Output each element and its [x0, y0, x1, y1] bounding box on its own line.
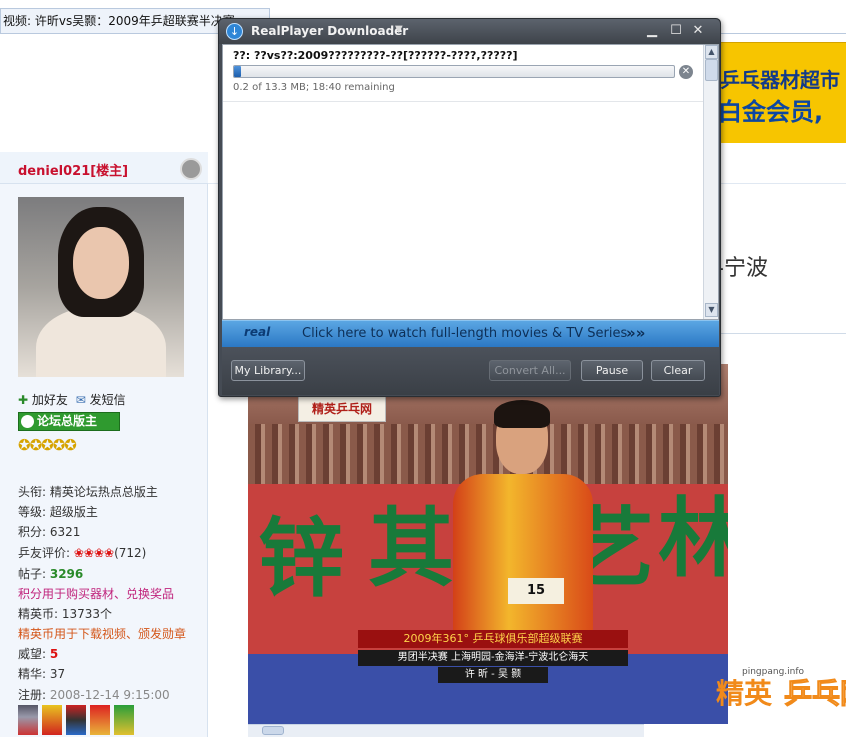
field-label: 头衔:: [18, 485, 50, 499]
add-friend-link[interactable]: 加好友: [32, 393, 68, 407]
download-progress-fill: [234, 66, 241, 77]
field-label: 乒友评价:: [18, 546, 74, 560]
window-title: RealPlayer Downloader: [251, 24, 409, 38]
profile-field-coins: 精英币: 13733个: [18, 605, 112, 622]
field-label: 帖子:: [18, 567, 50, 581]
watermark-logo-2: 乒乓网: [783, 677, 846, 711]
badge-check-icon: [21, 415, 34, 428]
username-link[interactable]: deniel021[楼主]: [18, 160, 128, 179]
profile-field-prestige: 威望: 5: [18, 645, 58, 662]
maximize-icon[interactable]: ☐: [668, 23, 684, 39]
field-label: 精英币:: [18, 607, 62, 621]
list-item-divider: [223, 101, 703, 102]
avatar-shoulders: [36, 307, 166, 377]
realplayer-downloader-window: ↓ RealPlayer Downloader ▼ ▁ ☐ ✕ ??: ??vs…: [218, 18, 721, 397]
post-title-fragment: -宁波: [716, 256, 768, 281]
video-caption-match: 男团半决赛 上海明园-金海洋-宁波北仑海天: [358, 650, 628, 666]
my-library-button[interactable]: My Library...: [231, 360, 305, 381]
promo-text: Click here to watch full-length movies &…: [302, 326, 628, 341]
medal-icon[interactable]: [66, 705, 86, 735]
field-label: 注册:: [18, 688, 50, 702]
wall-character: 锌: [258, 509, 344, 609]
field-value: 积分用于购买器材、兑换奖品: [18, 587, 175, 601]
field-value: 13733个: [61, 607, 113, 621]
chevrons-right-icon: »»: [626, 324, 646, 342]
profile-field-essence: 精华: 37: [18, 665, 65, 682]
watermark-logo: 精英: [716, 677, 773, 710]
wall-character: 林: [658, 489, 728, 589]
field-value: 37: [49, 667, 66, 681]
ad-banner-line1: 乒乓器材超市: [720, 68, 840, 92]
medal-icon[interactable]: [18, 705, 38, 735]
real-logo: real: [244, 325, 271, 339]
field-value: 超级版主: [49, 505, 98, 519]
profile-field-posts: 帖子: 3296: [18, 565, 83, 582]
list-scrollbar-thumb[interactable]: [705, 59, 718, 81]
points-usage-link[interactable]: 积分用于购买器材、兑换奖品: [18, 585, 174, 602]
content-divider-2: [720, 333, 846, 334]
profile-field-title: 头衔: 精英论坛热点总版主: [18, 483, 158, 500]
avatar-face: [73, 227, 129, 299]
video-scrollbar-thumb[interactable]: [262, 726, 284, 735]
browser-tab-title: 视频: 许昕vs吴颢：2009年乒超联赛半决赛...: [3, 14, 247, 28]
video-player[interactable]: 锌 其 艺 林 15 精英乒乓网 2009年361° 乒乓球俱乐部超级联赛 男团…: [248, 364, 728, 724]
profile-field-level: 等级: 超级版主: [18, 503, 98, 520]
promo-banner[interactable]: real Click here to watch full-length mov…: [222, 320, 719, 347]
download-list: ??: ??vs??:2009?????????-??[??????-????,…: [222, 44, 719, 320]
role-badge-label: 论坛总版主: [37, 414, 98, 428]
field-value: 精英论坛热点总版主: [49, 485, 158, 499]
plus-icon: ✚: [18, 393, 29, 407]
user-avatar-icon: [180, 158, 202, 180]
field-label: 等级:: [18, 505, 50, 519]
flower-icon: ❀❀❀❀: [73, 546, 115, 560]
close-icon[interactable]: ✕: [690, 23, 706, 39]
convert-all-button[interactable]: Convert All...: [489, 360, 571, 381]
download-filename: ??: ??vs??:2009?????????-??[??????-????,…: [233, 49, 518, 62]
medal-row: [18, 705, 138, 735]
player-hair: [494, 400, 550, 428]
medal-icon[interactable]: [42, 705, 62, 735]
title-dropdown-icon[interactable]: ▼: [395, 24, 403, 35]
clear-button[interactable]: Clear: [651, 360, 705, 381]
video-caption-title: 2009年361° 乒乓球俱乐部超级联赛: [358, 630, 628, 648]
player-number: 15: [508, 578, 564, 604]
profile-actions: ✚ 加好友 ✉ 发短信: [18, 391, 126, 408]
minimize-icon[interactable]: ▁: [644, 23, 660, 39]
channel-logo: 精英乒乓网: [298, 394, 386, 422]
envelope-icon: ✉: [75, 393, 86, 407]
field-value: 2008-12-14 9:15:00: [49, 688, 170, 702]
pause-button[interactable]: Pause: [581, 360, 643, 381]
field-value: 3296: [49, 567, 84, 581]
ad-banner-line2: 白金会员,: [718, 98, 824, 126]
rank-stars-icon: ✪✪✪✪✪: [18, 436, 77, 454]
player-jersey: [453, 474, 593, 634]
profile-field-registered: 注册: 2008-12-14 9:15:00: [18, 686, 170, 703]
field-label: 精华:: [18, 667, 50, 681]
coins-usage-link[interactable]: 精英币用于下载视频、颁发勋章: [18, 625, 186, 642]
field-value: 6321: [49, 525, 81, 539]
medal-icon[interactable]: [90, 705, 110, 735]
profile-field-rating: 乒友评价: ❀❀❀❀(712): [18, 544, 146, 561]
list-scrollbar[interactable]: ▲ ▼: [703, 45, 718, 319]
field-label: 威望:: [18, 647, 50, 661]
download-arrow-icon: ↓: [226, 23, 243, 40]
avatar: [18, 197, 184, 377]
window-titlebar[interactable]: ↓ RealPlayer Downloader ▼ ▁ ☐ ✕: [219, 19, 720, 44]
profile-field-points: 积分: 6321: [18, 523, 80, 540]
send-message-link[interactable]: 发短信: [90, 393, 126, 407]
field-label: 积分:: [18, 525, 50, 539]
wall-character: 其: [368, 499, 454, 599]
cancel-download-icon[interactable]: ✕: [679, 65, 693, 79]
field-value: (712): [114, 546, 147, 560]
video-caption-players: 许 昕 - 吴 颢: [438, 667, 548, 683]
field-value: 5: [49, 647, 59, 661]
medal-icon[interactable]: [114, 705, 134, 735]
scroll-down-icon[interactable]: ▼: [705, 303, 718, 317]
field-value: 精英币用于下载视频、颁发勋章: [18, 627, 187, 641]
download-progress-bar: [233, 65, 675, 78]
video-scrollbar[interactable]: [248, 724, 644, 737]
scroll-up-icon[interactable]: ▲: [705, 45, 718, 59]
download-status: 0.2 of 13.3 MB; 18:40 remaining: [233, 82, 395, 93]
